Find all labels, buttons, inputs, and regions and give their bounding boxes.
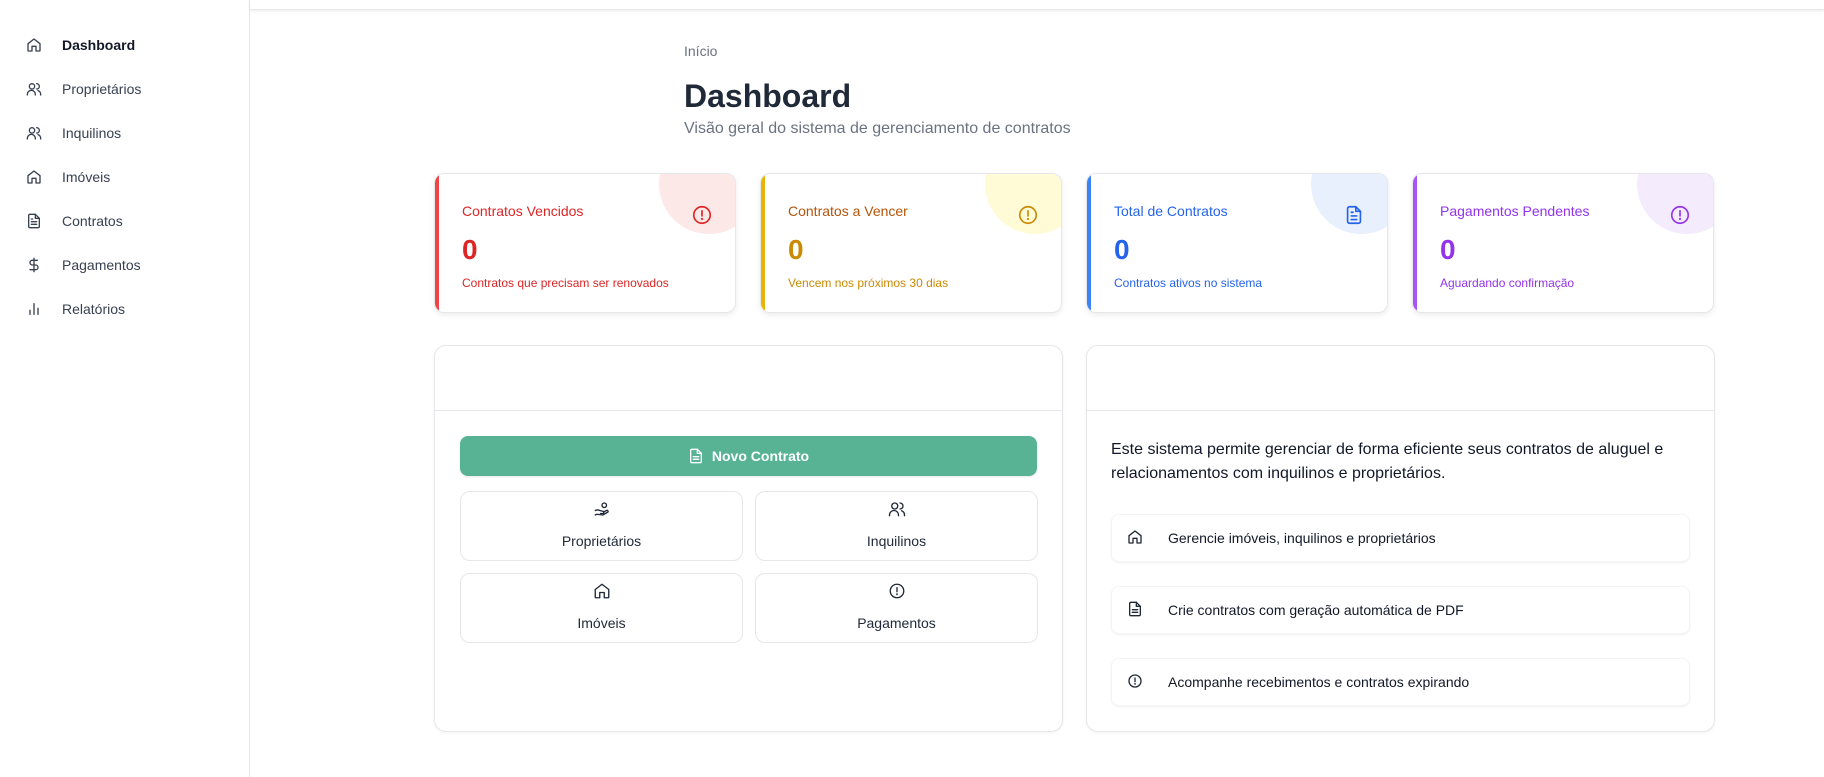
top-bar — [250, 0, 1824, 10]
stat-card-contratos-a-vencer[interactable]: Contratos a Vencer 0 Vencem nos próximos… — [760, 173, 1062, 313]
home-icon — [593, 582, 611, 600]
hand-coins-icon — [593, 500, 611, 518]
stat-title: Contratos a Vencer — [788, 203, 908, 219]
main-content: Início Dashboard Visão geral do sistema … — [250, 0, 1824, 777]
quick-action-inquilinos[interactable]: Inquilinos — [755, 491, 1038, 561]
panel-header — [435, 346, 1062, 411]
feature-label: Crie contratos com geração automática de… — [1168, 602, 1464, 618]
sidebar-item-imoveis[interactable]: Imóveis — [0, 157, 249, 197]
page-title: Dashboard — [684, 78, 852, 114]
quick-action-label: Pagamentos — [857, 615, 936, 631]
home-icon — [1127, 529, 1145, 547]
stat-title: Pagamentos Pendentes — [1440, 203, 1590, 219]
sidebar-item-relatorios[interactable]: Relatórios — [0, 289, 249, 329]
quick-action-pagamentos[interactable]: Pagamentos — [755, 573, 1038, 643]
new-contract-label: Novo Contrato — [711, 448, 810, 464]
card-accent-bar — [1413, 174, 1417, 312]
page-subtitle: Visão geral do sistema de gerenciamento … — [684, 120, 1071, 137]
users-icon — [25, 80, 43, 98]
quick-action-proprietarios[interactable]: Proprietários — [460, 491, 743, 561]
quick-actions-panel: Novo Contrato Proprietários Inquilinos I… — [434, 345, 1063, 732]
stat-value: 0 — [462, 234, 478, 265]
card-accent-bar — [761, 174, 765, 312]
alert-circle-icon — [1669, 204, 1691, 226]
users-icon — [25, 124, 43, 142]
bar-chart-icon — [25, 300, 43, 318]
home-icon — [25, 36, 43, 54]
alert-circle-icon — [1017, 204, 1039, 226]
sidebar-item-inquilinos[interactable]: Inquilinos — [0, 113, 249, 153]
file-text-icon — [1343, 204, 1365, 226]
stat-title: Contratos Vencidos — [462, 203, 584, 219]
system-description: Este sistema permite gerenciar de forma … — [1111, 441, 1664, 482]
home-icon — [25, 168, 43, 186]
stat-description: Contratos que precisam ser renovados — [462, 276, 669, 290]
users-icon — [888, 500, 906, 518]
sidebar-item-label: Contratos — [62, 213, 123, 229]
stat-card-contratos-vencidos[interactable]: Contratos Vencidos 0 Contratos que preci… — [434, 173, 736, 313]
sidebar-item-label: Imóveis — [62, 169, 111, 185]
sidebar: Dashboard Proprietários Inquilinos Imóve… — [0, 0, 250, 777]
sidebar-item-label: Relatórios — [62, 301, 126, 317]
sidebar-item-label: Proprietários — [62, 81, 142, 97]
sidebar-item-label: Inquilinos — [62, 125, 122, 141]
feature-item-contratos-pdf: Crie contratos com geração automática de… — [1111, 586, 1690, 634]
sidebar-item-label: Pagamentos — [62, 257, 141, 273]
stat-value: 0 — [1440, 234, 1456, 265]
quick-action-label: Imóveis — [577, 615, 626, 631]
feature-item-recebimentos: Acompanhe recebimentos e contratos expir… — [1111, 658, 1690, 706]
sidebar-item-pagamentos[interactable]: Pagamentos — [0, 245, 249, 285]
sidebar-item-proprietarios[interactable]: Proprietários — [0, 69, 249, 109]
stat-description: Contratos ativos no sistema — [1114, 276, 1263, 290]
sidebar-item-label: Dashboard — [62, 37, 136, 53]
card-accent-bar — [1087, 174, 1091, 312]
card-accent-bar — [435, 174, 439, 312]
stat-card-total-contratos[interactable]: Total de Contratos 0 Contratos ativos no… — [1086, 173, 1388, 313]
alert-circle-icon — [888, 582, 906, 600]
stat-card-pagamentos-pendentes[interactable]: Pagamentos Pendentes 0 Aguardando confir… — [1412, 173, 1714, 313]
app-root: Dashboard Proprietários Inquilinos Imóve… — [0, 0, 1824, 777]
panel-header — [1087, 346, 1714, 411]
new-contract-button[interactable]: Novo Contrato — [460, 436, 1037, 476]
dollar-icon — [25, 256, 43, 274]
stat-title: Total de Contratos — [1114, 203, 1228, 219]
file-text-icon — [25, 212, 43, 230]
feature-label: Acompanhe recebimentos e contratos expir… — [1168, 674, 1470, 690]
quick-action-label: Proprietários — [561, 533, 642, 549]
system-info-panel: Este sistema permite gerenciar de forma … — [1086, 345, 1715, 732]
stat-value: 0 — [788, 234, 804, 265]
stat-value: 0 — [1114, 234, 1130, 265]
quick-action-imoveis[interactable]: Imóveis — [460, 573, 743, 643]
alert-circle-icon — [691, 204, 713, 226]
stat-description: Vencem nos próximos 30 dias — [788, 276, 949, 290]
alert-circle-icon — [1127, 673, 1145, 691]
file-text-icon — [688, 448, 704, 464]
breadcrumb[interactable]: Início — [684, 43, 717, 59]
file-text-icon — [1127, 601, 1145, 619]
feature-label: Gerencie imóveis, inquilinos e proprietá… — [1168, 530, 1436, 546]
stat-description: Aguardando confirmação — [1440, 276, 1575, 290]
feature-item-gerencie: Gerencie imóveis, inquilinos e proprietá… — [1111, 514, 1690, 562]
sidebar-item-dashboard[interactable]: Dashboard — [0, 25, 249, 65]
quick-action-label: Inquilinos — [866, 533, 927, 549]
sidebar-item-contratos[interactable]: Contratos — [0, 201, 249, 241]
